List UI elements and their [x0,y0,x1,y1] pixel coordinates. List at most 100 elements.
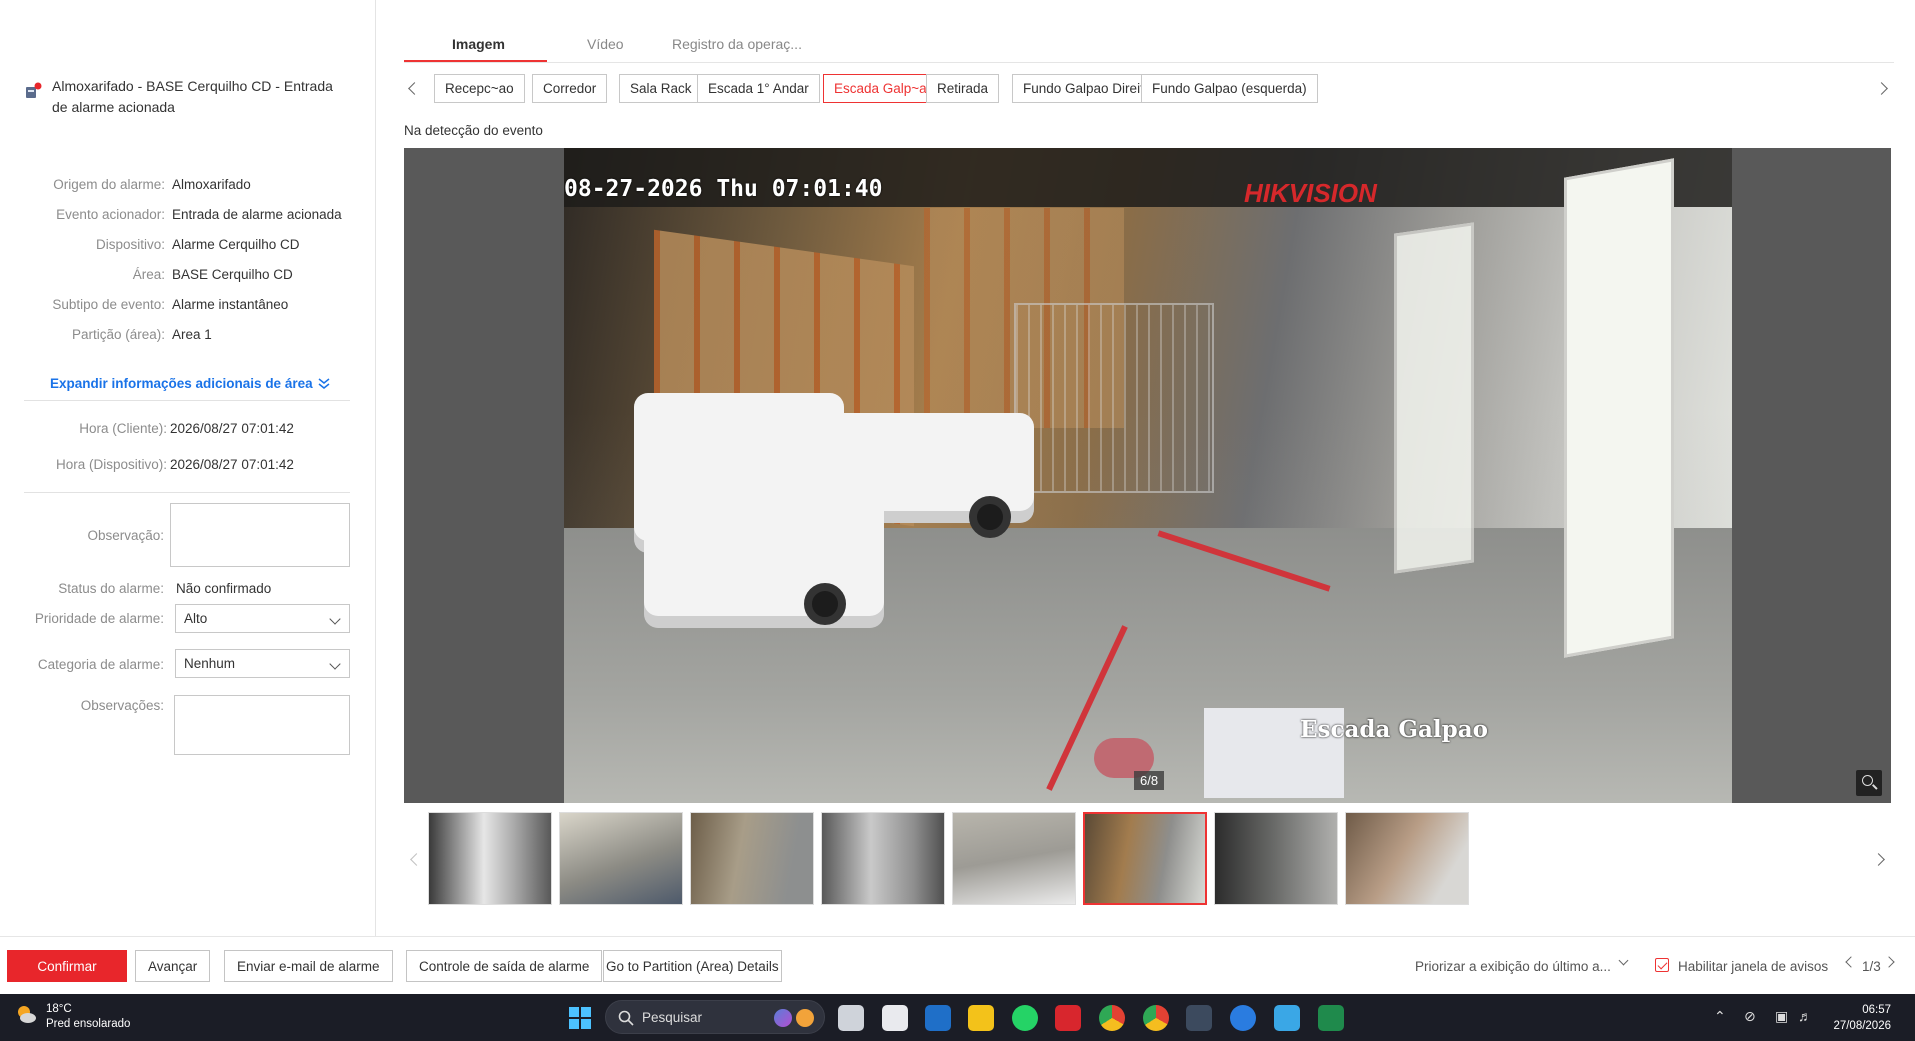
tray-chevron-up-icon[interactable]: ⌃ [1714,1008,1726,1025]
alarm-details-panel: Almoxarifado - BASE Cerquilho CD - Entra… [0,0,376,936]
snapshot-fence [1014,303,1214,493]
alarm-header: Almoxarifado - BASE Cerquilho CD - Entra… [24,76,344,118]
alarm-input-icon [24,82,42,100]
category-selected-value: Nenhum [184,656,236,671]
image-viewer[interactable]: 08-27-2026 Thu 07:01:40 HIKVISION Escada… [404,148,1891,803]
camera-button-fundo-galpao-esquerda[interactable]: Fundo Galpao (esquerda) [1141,74,1318,103]
media-tabs: Imagem Vídeo Registro da operaç... [404,30,1894,63]
display-icon[interactable]: ▣ [1775,1008,1788,1025]
observacao-textarea[interactable] [170,503,350,567]
alarm-title: Almoxarifado - BASE Cerquilho CD - Entra… [52,78,333,115]
priority-selected-value: Alto [184,611,208,626]
calculator-icon[interactable] [1186,1005,1212,1031]
chevron-down-icon[interactable] [1618,955,1629,966]
camera-snapshot: 08-27-2026 Thu 07:01:40 HIKVISION Escada… [564,148,1732,803]
observacoes-textarea[interactable] [174,695,350,755]
search-highlight-icon [796,1009,814,1027]
taskbar-search[interactable]: Pesquisar [605,1000,825,1034]
osd-brand-logo: HIKVISION [1244,178,1377,208]
hikcentral-icon[interactable] [1055,1005,1081,1031]
info-value: BASE Cerquilho CD [172,267,293,282]
thumbnail-5[interactable] [952,812,1076,905]
category-select[interactable]: Nenhum [175,649,350,678]
chevron-left-icon[interactable] [408,82,421,95]
status-value: Não confirmado [176,581,272,596]
snapshot-wheel [969,496,1011,538]
thumbnail-3[interactable] [690,812,814,905]
network-icon[interactable]: ⊘ [1744,1008,1756,1025]
outlook-icon[interactable] [925,1005,951,1031]
next-button[interactable]: Avançar [135,950,211,982]
windows-taskbar: 18°C Pred ensolarado Pesquisar ⌃ ⊘ ▣ ♬ 0… [0,994,1915,1041]
pager-label: 1/3 [1862,959,1881,974]
send-email-button[interactable]: Enviar e-mail de alarme [224,950,393,982]
thumbnails-prev-icon[interactable] [410,853,423,866]
thumbnail-4[interactable] [821,812,945,905]
info-row-area: Área: BASE Cerquilho CD [0,267,376,287]
info-row-particao: Partição (área): Area 1 [0,327,376,347]
divider [24,400,350,401]
tab-imagem[interactable]: Imagem [452,36,505,52]
time-value: 2026/08/27 07:01:42 [170,457,294,472]
chrome-profile-icon[interactable] [1143,1005,1169,1031]
snapshot-vehicle [644,488,884,628]
camera-button-retirada[interactable]: Retirada [926,74,1000,103]
thumbnail-2[interactable] [559,812,683,905]
task-view-icon[interactable] [838,1005,864,1031]
info-label: Dispositivo: [95,237,165,252]
info-value: Entrada de alarme acionada [172,207,342,222]
info-value: Almoxarifado [172,177,251,192]
windows-start-icon[interactable] [568,1006,592,1030]
pager-next-icon[interactable] [1883,956,1895,968]
priority-label: Prioridade de alarme: [34,611,164,626]
camera-button-corredor[interactable]: Corredor [532,74,608,103]
zoom-in-icon[interactable] [1856,770,1882,796]
time-label: Hora (Cliente): [79,421,167,436]
thumbnail-8[interactable] [1345,812,1469,905]
thumbnail-1[interactable] [428,812,552,905]
pager-prev-icon[interactable] [1845,956,1857,968]
camera-selector: Recepc~ao Corredor Sala Rack Escada 1° A… [404,74,1894,104]
confirm-button[interactable]: Confirmar [7,950,127,982]
divider [24,492,350,493]
notepad-icon[interactable] [1274,1005,1300,1031]
thumbnail-6[interactable] [1083,812,1207,905]
tab-registro[interactable]: Registro da operaç... [672,36,802,52]
file-explorer-icon[interactable] [968,1005,994,1031]
tab-video[interactable]: Vídeo [587,36,624,52]
camera-button-recepcao[interactable]: Recepc~ao [434,74,525,103]
whatsapp-icon[interactable] [1012,1005,1038,1031]
volume-icon[interactable]: ♬ [1798,1008,1812,1024]
info-label: Partição (área): [71,327,165,342]
double-chevron-down-icon [318,377,330,389]
thumbnails-next-icon[interactable] [1872,853,1885,866]
info-label: Área: [132,267,165,282]
system-clock[interactable]: 06:57 27/08/2026 [1833,1002,1891,1034]
excel-icon[interactable] [1318,1005,1344,1031]
search-placeholder: Pesquisar [642,1010,703,1025]
snapshot-window [1564,158,1674,658]
camera-button-fundo-galpao-direita[interactable]: Fundo Galpao Direita [1012,74,1163,103]
app-settings-icon[interactable] [1230,1005,1256,1031]
info-label: Evento acionador: [56,207,165,222]
chrome-icon[interactable] [1099,1005,1125,1031]
snapshot-wheel [804,583,846,625]
weather-widget[interactable]: 18°C Pred ensolarado [14,1002,130,1032]
thumbnail-7[interactable] [1214,812,1338,905]
partition-details-button[interactable]: Go to Partition (Area) Details [603,950,782,982]
priority-select[interactable]: Alto [175,604,350,633]
info-row-evento: Evento acionador: Entrada de alarme acio… [0,207,376,227]
chevron-right-icon[interactable] [1875,82,1888,95]
alarm-output-control-button[interactable]: Controle de saída de alarme [406,950,603,982]
active-tab-indicator [404,60,547,62]
enable-popup-checkbox[interactable] [1655,958,1669,972]
info-value: Alarme instantâneo [172,297,289,312]
media-panel: Imagem Vídeo Registro da operaç... Recep… [376,0,1915,936]
snipping-tool-icon[interactable] [882,1005,908,1031]
prioritize-display-dropdown[interactable]: Priorizar a exibição do último a... [1415,959,1611,974]
image-page-counter: 6/8 [1134,771,1165,790]
observacao-label: Observação: [87,528,164,543]
camera-button-sala-rack[interactable]: Sala Rack [619,74,703,103]
camera-button-escada-1-andar[interactable]: Escada 1° Andar [697,74,820,103]
expand-area-info-link[interactable]: Expandir informações adicionais de área [50,376,331,391]
